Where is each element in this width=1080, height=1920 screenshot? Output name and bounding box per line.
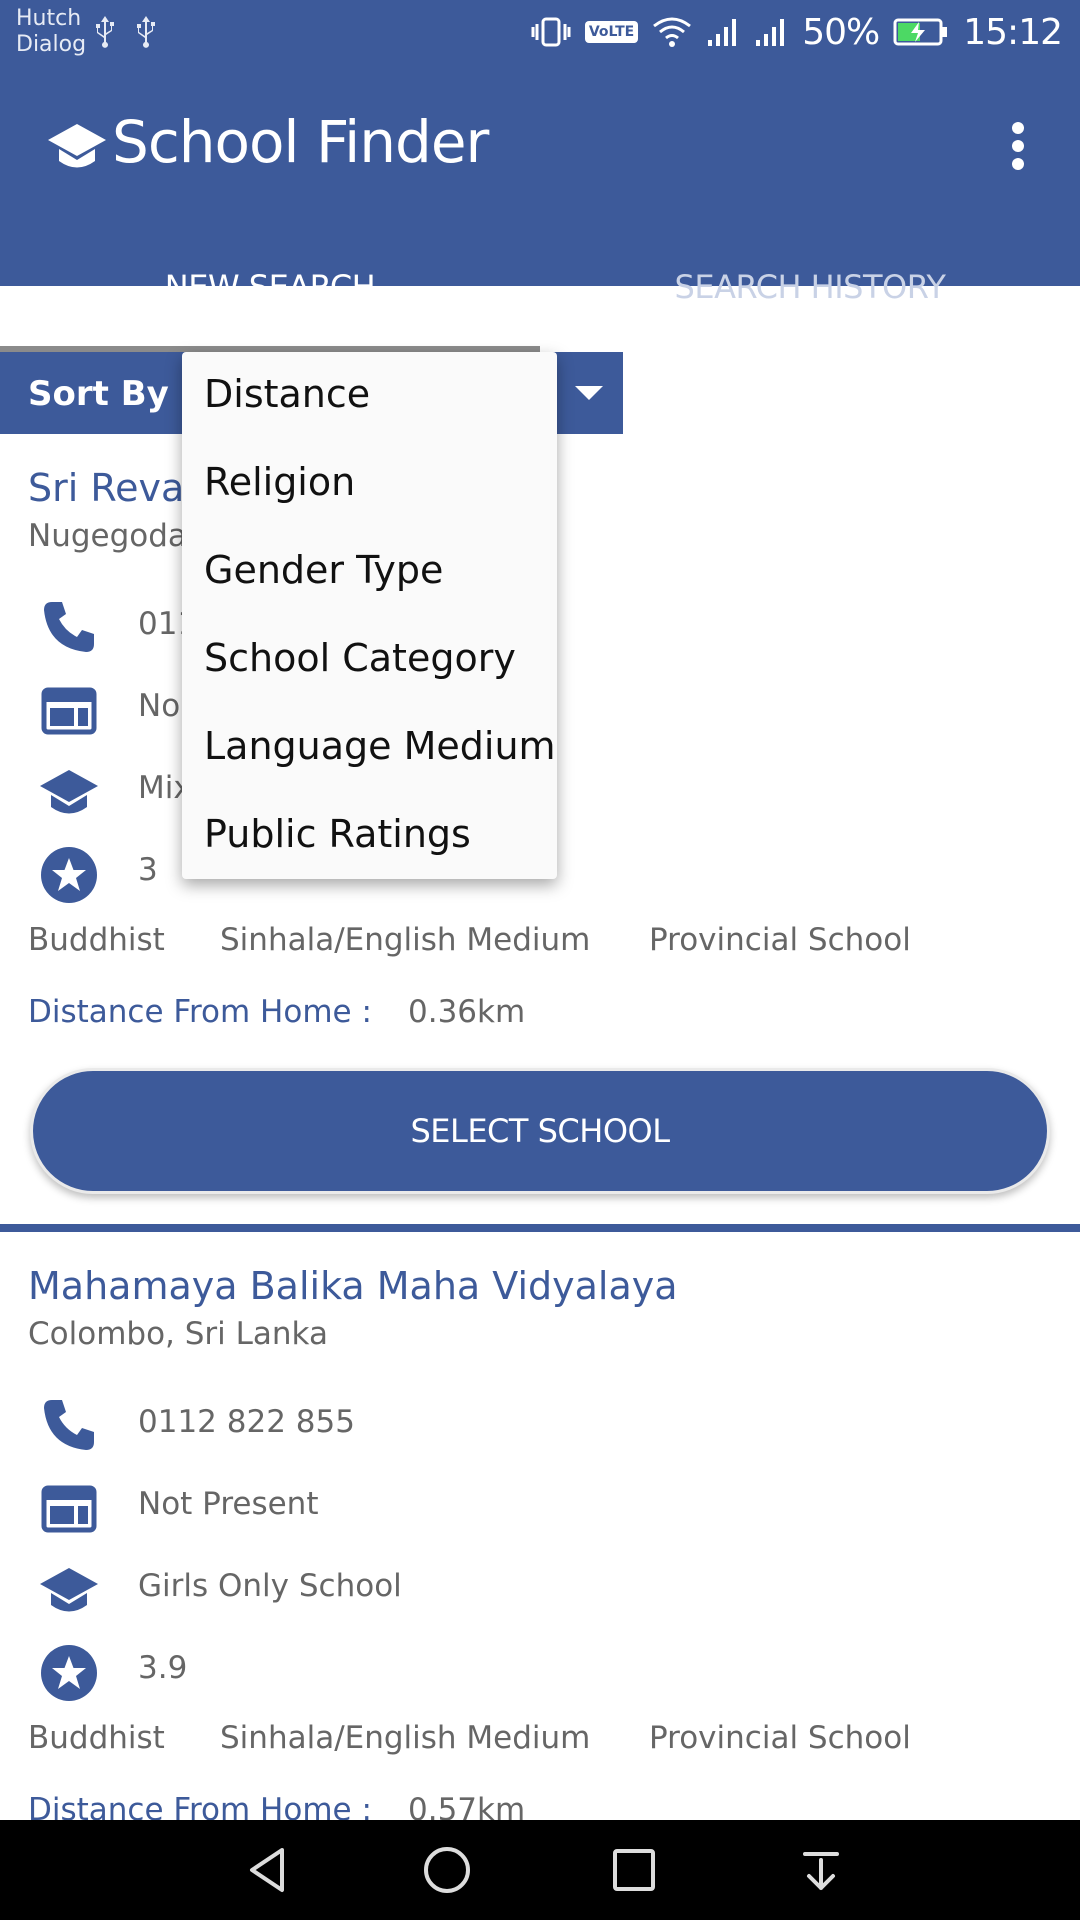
religion-tag: Buddhist <box>28 1720 165 1756</box>
clock: 15:12 <box>963 11 1063 53</box>
wifi-icon <box>653 17 692 47</box>
school-name[interactable]: Sri Revat <box>28 466 199 510</box>
rating: 3 <box>138 852 158 888</box>
tab-new-search[interactable]: NEW SEARCH <box>0 268 540 306</box>
carrier-labels: Hutch Dialog <box>16 6 86 58</box>
signal-icon <box>708 19 737 46</box>
phone-number[interactable]: 0112 822 855 <box>138 1404 355 1440</box>
rating: 3.9 <box>138 1650 188 1686</box>
dropdown-arrow-icon[interactable] <box>575 386 603 400</box>
school-name[interactable]: Mahamaya Balika Maha Vidyalaya <box>28 1264 678 1308</box>
tab-search-history[interactable]: SEARCH HISTORY <box>540 268 1080 306</box>
category-tag: Provincial School <box>649 922 911 958</box>
battery-percent: 50% <box>802 11 880 53</box>
graduation-cap-icon <box>48 124 106 168</box>
website: Not Present <box>138 1486 319 1522</box>
phone-icon <box>44 1400 94 1450</box>
star-icon <box>41 847 97 903</box>
status-bar: Hutch Dialog VoLTE 50% 15:12 <box>0 0 1080 64</box>
web-icon <box>41 687 97 735</box>
vibrate-icon <box>531 17 571 47</box>
more-vert-icon[interactable] <box>1000 116 1040 176</box>
gender-type: Girls Only School <box>138 1568 402 1604</box>
sort-dropdown-menu: Distance Religion Gender Type School Cat… <box>182 352 557 879</box>
back-icon[interactable] <box>238 1840 298 1900</box>
battery-charging-icon <box>893 18 948 46</box>
signal-icon <box>756 19 785 46</box>
star-icon <box>41 1645 97 1701</box>
sort-label: Sort By <box>28 374 169 414</box>
notification-pull-down-icon[interactable] <box>791 1840 851 1900</box>
carrier-1: Hutch <box>16 6 82 31</box>
religion-tag: Buddhist <box>28 922 165 958</box>
distance-label: Distance From Home : <box>28 994 372 1030</box>
medium-tag: Sinhala/English Medium <box>220 1720 591 1756</box>
app-title: School Finder <box>112 108 489 176</box>
web-icon <box>41 1485 97 1533</box>
recents-icon[interactable] <box>604 1840 664 1900</box>
sort-option-school-category[interactable]: School Category <box>204 636 516 680</box>
school-location: Nugegoda <box>28 518 187 554</box>
volte-badge: VoLTE <box>584 21 639 43</box>
usb-icon <box>137 16 155 48</box>
select-school-button[interactable]: SELECT SCHOOL <box>30 1068 1050 1194</box>
website: No <box>138 688 181 724</box>
graduation-cap-icon <box>40 1568 98 1612</box>
sort-option-gender-type[interactable]: Gender Type <box>204 548 443 592</box>
sort-option-language-medium[interactable]: Language Medium <box>204 724 556 768</box>
carrier-2: Dialog <box>16 32 87 57</box>
navigation-bar <box>0 1820 1080 1920</box>
sort-option-religion[interactable]: Religion <box>204 460 355 504</box>
distance-value: 0.36km <box>408 994 526 1030</box>
card-divider <box>0 1224 1080 1232</box>
graduation-cap-icon <box>40 770 98 814</box>
app-bar: School Finder <box>0 64 1080 286</box>
status-icons: VoLTE 50% 15:12 <box>531 10 1063 54</box>
sort-option-public-ratings[interactable]: Public Ratings <box>204 812 471 856</box>
home-icon[interactable] <box>417 1840 477 1900</box>
category-tag: Provincial School <box>649 1720 911 1756</box>
school-location: Colombo, Sri Lanka <box>28 1316 328 1352</box>
phone-icon <box>44 602 94 652</box>
sort-option-distance[interactable]: Distance <box>204 372 370 416</box>
medium-tag: Sinhala/English Medium <box>220 922 591 958</box>
usb-icon <box>96 16 114 48</box>
